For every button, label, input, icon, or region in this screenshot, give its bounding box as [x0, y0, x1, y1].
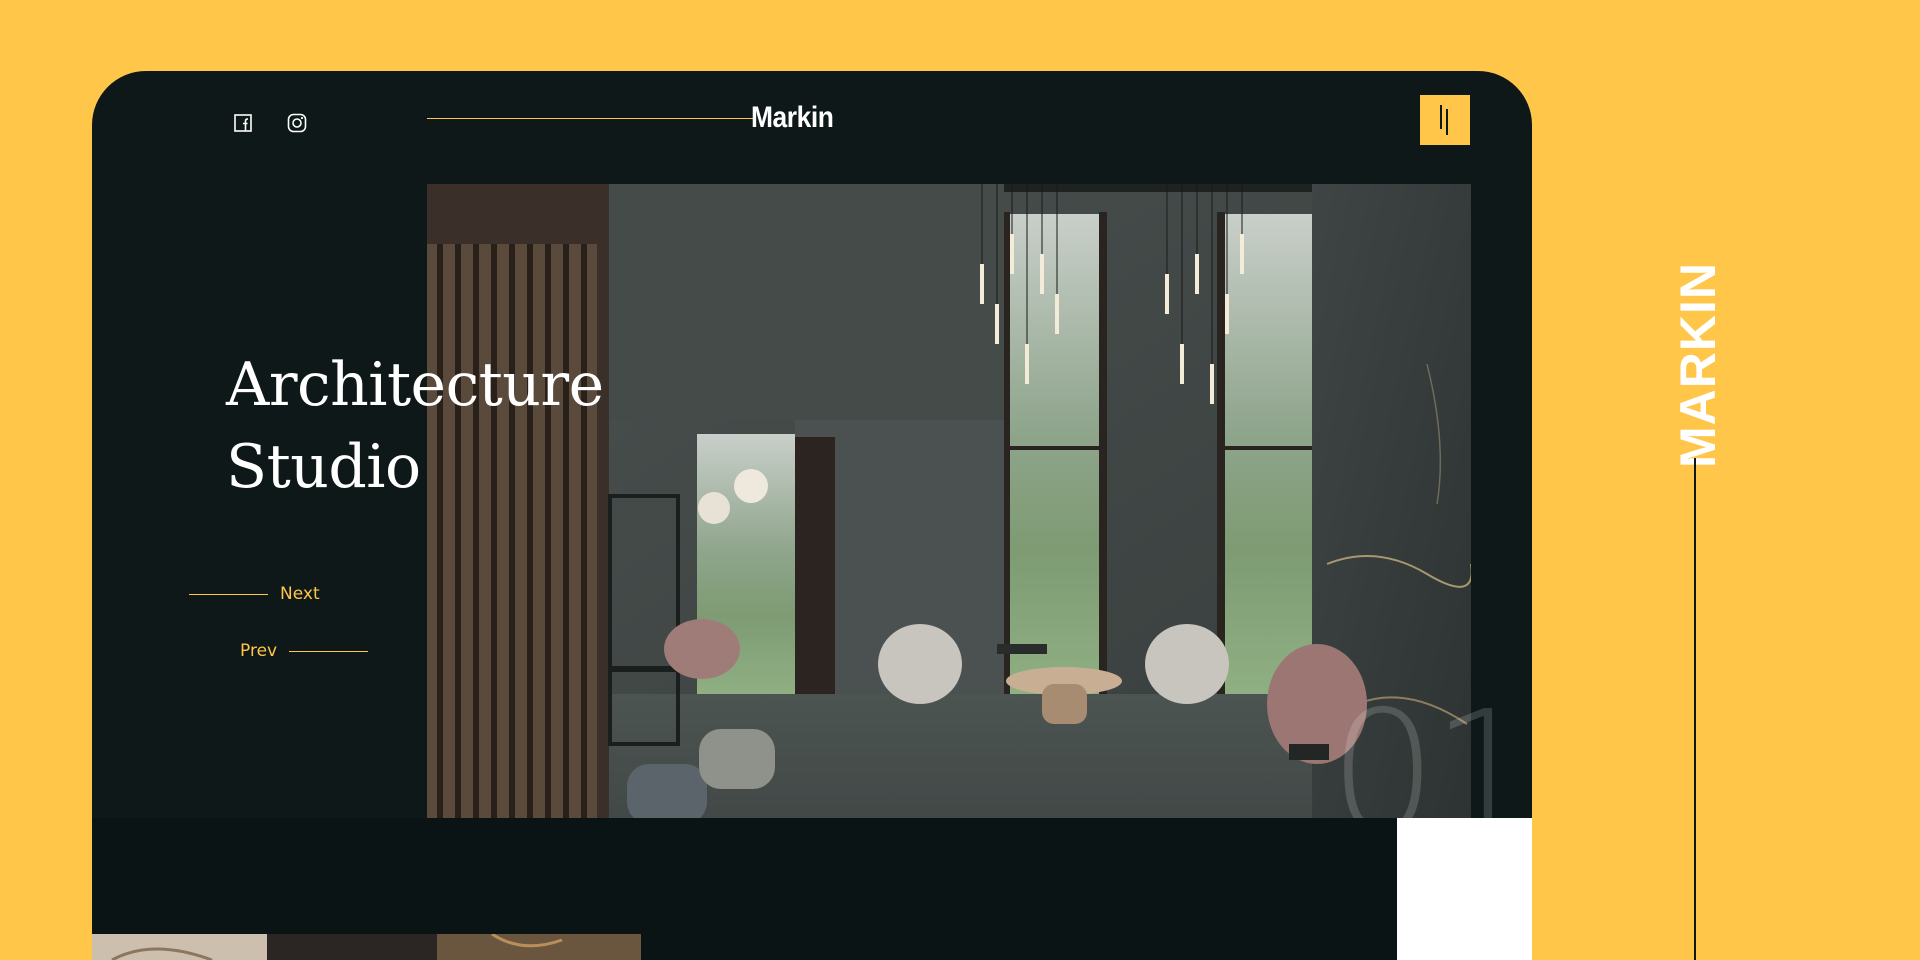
prev-label: Prev [240, 641, 278, 661]
prev-button[interactable]: Prev [240, 641, 369, 661]
side-brand-text: MARKIN [1670, 262, 1727, 468]
next-line [189, 593, 268, 595]
next-button[interactable]: Next [189, 584, 320, 604]
next-label: Next [280, 584, 320, 604]
menu-icon-bar [1446, 109, 1448, 135]
next-slide-thumbnail[interactable] [92, 934, 641, 960]
menu-icon [1440, 105, 1442, 129]
side-vertical-line [1694, 458, 1696, 960]
facebook-icon[interactable] [231, 111, 255, 135]
white-block [1397, 818, 1532, 960]
menu-button[interactable] [1420, 95, 1470, 145]
prev-line [289, 650, 369, 652]
header-divider-line [427, 118, 753, 119]
brand-logo[interactable]: Markin [751, 101, 834, 135]
hero-title: Architecture Studio [226, 350, 604, 502]
instagram-icon[interactable] [285, 111, 309, 135]
side-brand: MARKIN [1670, 262, 1726, 468]
hero-image [427, 184, 1471, 908]
